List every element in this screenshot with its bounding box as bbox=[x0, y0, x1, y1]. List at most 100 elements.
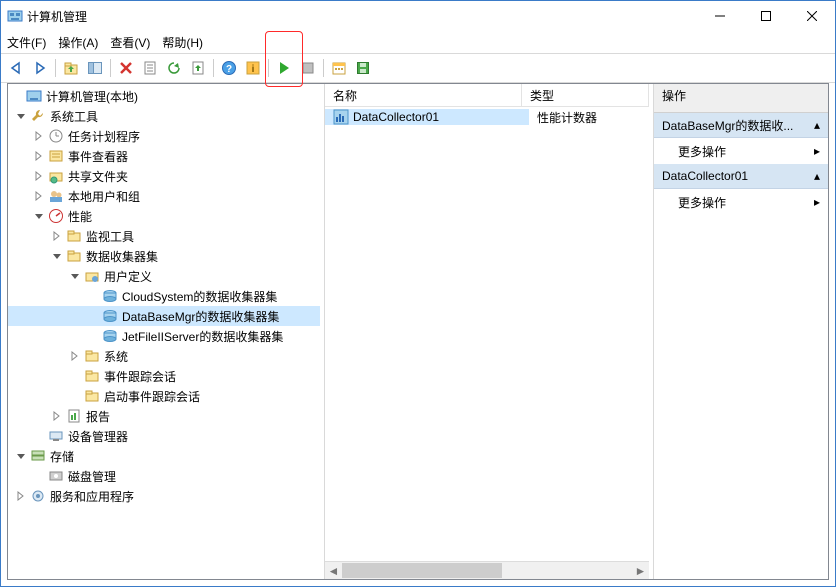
list-body[interactable]: DataCollector01 性能计数器 bbox=[325, 107, 649, 561]
collector-icon bbox=[102, 328, 118, 344]
shared-folder-icon bbox=[48, 168, 64, 184]
scroll-left-icon[interactable]: ◄ bbox=[325, 564, 342, 578]
collapse-icon: ▴ bbox=[814, 169, 820, 183]
tree-device-manager[interactable]: 设备管理器 bbox=[8, 426, 320, 446]
scroll-right-icon[interactable]: ► bbox=[632, 564, 649, 578]
collector-icon bbox=[102, 308, 118, 324]
tree-databasemgr-dcs[interactable]: DataBaseMgr的数据收集器集 bbox=[8, 306, 320, 326]
tree-local-users[interactable]: 本地用户和组 bbox=[8, 186, 320, 206]
tree-cloudsystem-dcs[interactable]: CloudSystem的数据收集器集 bbox=[8, 286, 320, 306]
save-template-button[interactable] bbox=[352, 57, 374, 79]
list-row[interactable]: DataCollector01 性能计数器 bbox=[325, 107, 649, 127]
perf-icon bbox=[48, 208, 64, 224]
tree-jetfile-dcs[interactable]: JetFileIIServer的数据收集器集 bbox=[8, 326, 320, 346]
up-button[interactable] bbox=[60, 57, 82, 79]
expander-icon[interactable] bbox=[32, 171, 46, 181]
actions-more-1[interactable]: 更多操作 ▸ bbox=[654, 138, 828, 164]
tree-services[interactable]: 服务和应用程序 bbox=[8, 486, 320, 506]
tree-system-dcs[interactable]: 系统 bbox=[8, 346, 320, 366]
list-cell-type: 性能计数器 bbox=[537, 109, 597, 126]
expander-icon[interactable] bbox=[50, 251, 64, 261]
tree-startup-sessions[interactable]: 启动事件跟踪会话 bbox=[8, 386, 320, 406]
col-type[interactable]: 类型 bbox=[522, 84, 649, 106]
tree-sys-tools[interactable]: 系统工具 bbox=[8, 106, 320, 126]
folder-icon bbox=[84, 348, 100, 364]
expander-icon[interactable] bbox=[14, 111, 28, 121]
list-pane: 名称 类型 DataCollector01 性能计数器 ◄ ► bbox=[324, 84, 649, 579]
tree-task-scheduler[interactable]: 任务计划程序 bbox=[8, 126, 320, 146]
expander-icon[interactable] bbox=[68, 271, 82, 281]
horizontal-scrollbar[interactable]: ◄ ► bbox=[325, 561, 649, 579]
titlebar: 计算机管理 bbox=[1, 1, 835, 31]
collector-icon bbox=[102, 288, 118, 304]
report-icon bbox=[66, 408, 82, 424]
app-icon bbox=[7, 8, 23, 24]
menu-file[interactable]: 文件(F) bbox=[7, 34, 46, 51]
calendar-icon-button[interactable] bbox=[328, 57, 350, 79]
submenu-icon: ▸ bbox=[814, 144, 820, 158]
expander-icon[interactable] bbox=[32, 211, 46, 221]
close-button[interactable] bbox=[789, 1, 835, 31]
tree-event-viewer[interactable]: 事件查看器 bbox=[8, 146, 320, 166]
counter-icon bbox=[333, 109, 349, 125]
actions-group-2[interactable]: DataCollector01 ▴ bbox=[654, 164, 828, 189]
info-button[interactable]: i bbox=[242, 57, 264, 79]
tree-reports[interactable]: 报告 bbox=[8, 406, 320, 426]
computer-mgmt-icon bbox=[26, 88, 42, 104]
folder-icon bbox=[66, 248, 82, 264]
tree-storage[interactable]: 存储 bbox=[8, 446, 320, 466]
tree-view[interactable]: 计算机管理(本地) 系统工具 任务计划程序 事件查看器 bbox=[8, 84, 320, 579]
tree-performance[interactable]: 性能 bbox=[8, 206, 320, 226]
tree-data-collector-sets[interactable]: 数据收集器集 bbox=[8, 246, 320, 266]
body: 计算机管理(本地) 系统工具 任务计划程序 事件查看器 bbox=[7, 83, 829, 580]
disk-icon bbox=[48, 468, 64, 484]
storage-icon bbox=[30, 448, 46, 464]
expander-icon[interactable] bbox=[68, 351, 82, 361]
tree-shared-folders[interactable]: 共享文件夹 bbox=[8, 166, 320, 186]
start-button[interactable] bbox=[273, 57, 295, 79]
toolbar: ? i bbox=[1, 53, 835, 83]
tree-event-sessions[interactable]: 事件跟踪会话 bbox=[8, 366, 320, 386]
show-hide-tree-button[interactable] bbox=[84, 57, 106, 79]
expander-icon[interactable] bbox=[32, 131, 46, 141]
submenu-icon: ▸ bbox=[814, 195, 820, 209]
minimize-button[interactable] bbox=[697, 1, 743, 31]
delete-button[interactable] bbox=[115, 57, 137, 79]
actions-more-2[interactable]: 更多操作 ▸ bbox=[654, 189, 828, 215]
actions-header: 操作 bbox=[654, 84, 828, 113]
actions-group-1[interactable]: DataBaseMgr的数据收... ▴ bbox=[654, 113, 828, 138]
tree-disk-mgmt[interactable]: 磁盘管理 bbox=[8, 466, 320, 486]
tree-monitor-tools[interactable]: 监视工具 bbox=[8, 226, 320, 246]
expander-icon[interactable] bbox=[14, 451, 28, 461]
tree-pane: 计算机管理(本地) 系统工具 任务计划程序 事件查看器 bbox=[8, 84, 320, 579]
col-name[interactable]: 名称 bbox=[325, 84, 522, 106]
window-title: 计算机管理 bbox=[27, 8, 87, 25]
menu-help[interactable]: 帮助(H) bbox=[162, 34, 203, 51]
tree-root[interactable]: 计算机管理(本地) bbox=[8, 86, 320, 106]
menu-action[interactable]: 操作(A) bbox=[58, 34, 98, 51]
device-icon bbox=[48, 428, 64, 444]
services-icon bbox=[30, 488, 46, 504]
properties-button[interactable] bbox=[139, 57, 161, 79]
folder-icon bbox=[84, 368, 100, 384]
scroll-thumb[interactable] bbox=[342, 563, 502, 578]
maximize-button[interactable] bbox=[743, 1, 789, 31]
app-window: 计算机管理 文件(F) 操作(A) 查看(V) 帮助(H) ? i bbox=[0, 0, 836, 587]
refresh-button[interactable] bbox=[163, 57, 185, 79]
help-button[interactable]: ? bbox=[218, 57, 240, 79]
back-button[interactable] bbox=[5, 57, 27, 79]
svg-text:?: ? bbox=[226, 64, 232, 75]
event-icon bbox=[48, 148, 64, 164]
expander-icon[interactable] bbox=[32, 191, 46, 201]
expander-icon[interactable] bbox=[32, 151, 46, 161]
menu-view[interactable]: 查看(V) bbox=[110, 34, 150, 51]
forward-button[interactable] bbox=[29, 57, 51, 79]
expander-icon[interactable] bbox=[50, 411, 64, 421]
expander-icon[interactable] bbox=[14, 491, 28, 501]
stop-button[interactable] bbox=[297, 57, 319, 79]
list-header: 名称 类型 bbox=[325, 84, 649, 107]
collapse-icon: ▴ bbox=[814, 118, 820, 132]
tree-user-defined[interactable]: 用户定义 bbox=[8, 266, 320, 286]
export-button[interactable] bbox=[187, 57, 209, 79]
expander-icon[interactable] bbox=[50, 231, 64, 241]
